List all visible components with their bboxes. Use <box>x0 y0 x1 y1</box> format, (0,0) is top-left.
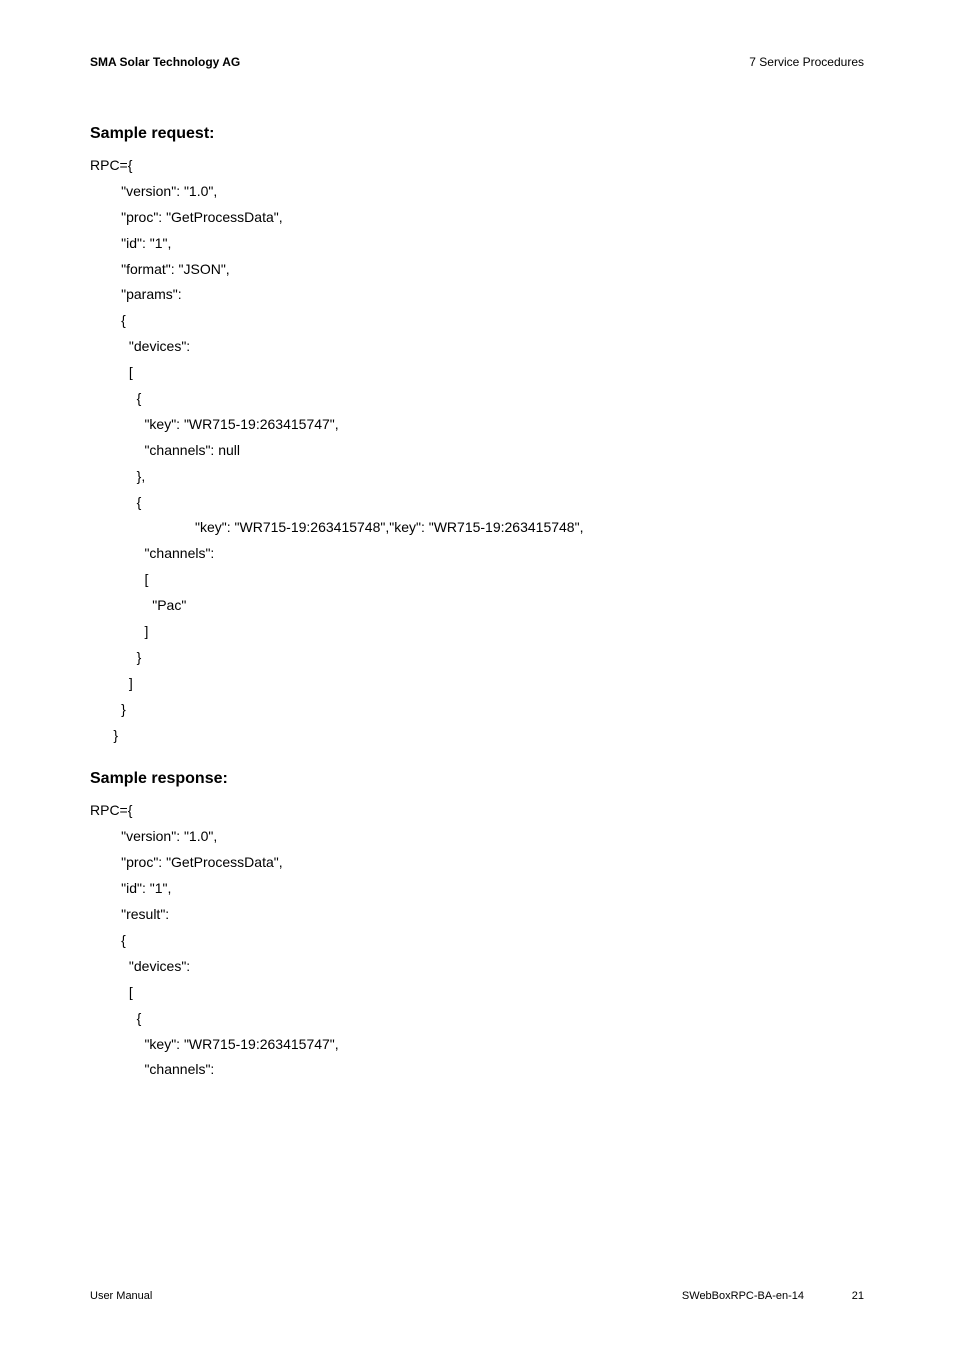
footer-page-number: 21 <box>852 1290 864 1302</box>
header-company: SMA Solar Technology AG <box>90 55 240 69</box>
footer-doc-id: SWebBoxRPC-BA-en-14 <box>682 1290 804 1302</box>
sample-response-code: RPC={ "version": "1.0", "proc": "GetProc… <box>90 798 864 1083</box>
header-chapter: 7 Service Procedures <box>749 55 864 69</box>
sample-request-heading: Sample request: <box>90 125 864 143</box>
sample-request-code: RPC={ "version": "1.0", "proc": "GetProc… <box>90 153 864 748</box>
sample-response-heading: Sample response: <box>90 770 864 788</box>
page-content: Sample request: RPC={ "version": "1.0", … <box>90 125 864 1083</box>
footer-doc-type: User Manual <box>90 1290 152 1302</box>
